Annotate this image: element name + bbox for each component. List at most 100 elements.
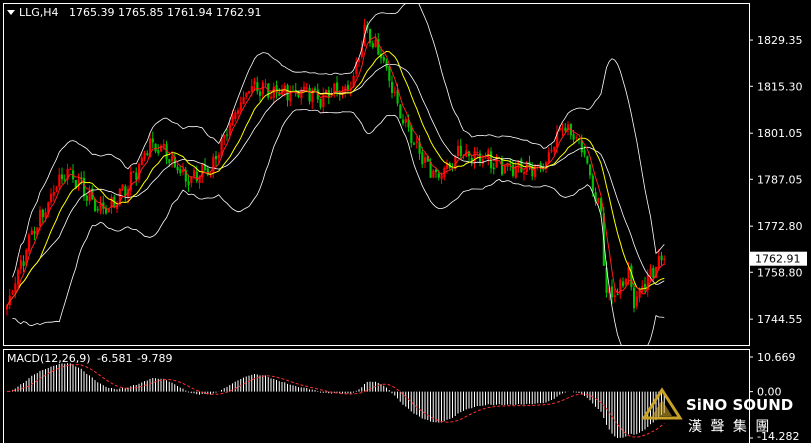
macd-value: -6.581 xyxy=(97,352,132,365)
candle-body xyxy=(652,267,655,278)
candle-body xyxy=(22,261,25,267)
candle-body xyxy=(399,104,402,119)
candle-body xyxy=(253,80,256,85)
candle-body xyxy=(6,306,9,310)
candle-body xyxy=(44,212,47,218)
candle-body xyxy=(217,154,220,159)
candle-body xyxy=(660,255,663,261)
candle-body xyxy=(61,174,64,180)
macd-label: MACD(12,26,9) xyxy=(7,352,91,365)
candle-body xyxy=(223,134,226,139)
candle-body xyxy=(440,175,443,179)
candle-body xyxy=(424,157,427,163)
candle-body xyxy=(393,92,396,94)
current-price-label: 1762.91 xyxy=(755,253,801,266)
candle-body xyxy=(58,174,61,187)
candle-body xyxy=(657,256,660,269)
candle-body xyxy=(402,119,405,124)
candle-body xyxy=(124,186,127,196)
candle-body xyxy=(231,117,234,125)
candle-body xyxy=(534,165,537,178)
logo-text-en: SiNO SOUND xyxy=(686,396,793,414)
candle-body xyxy=(195,171,198,182)
ohlc-low: 1761.94 xyxy=(167,6,213,19)
candle-body xyxy=(182,169,185,172)
candle-body xyxy=(391,81,394,93)
candle-body xyxy=(234,112,237,120)
candle-body xyxy=(259,91,262,96)
candle-body xyxy=(550,150,553,152)
candle-body xyxy=(476,152,479,154)
trading-chart: 1829.35 1815.30 1801.05 1787.05 1772.80 1758.… xyxy=(3,3,807,443)
candle-body xyxy=(146,153,149,156)
candle-body xyxy=(553,146,556,152)
macd-signal-value: -9.789 xyxy=(137,352,172,365)
candle-body xyxy=(663,258,666,260)
candle-body xyxy=(168,159,171,163)
candle-body xyxy=(616,294,619,296)
candle-body xyxy=(503,165,506,174)
main-panel-frame xyxy=(3,3,750,346)
candle-body xyxy=(272,86,275,99)
candle-body xyxy=(473,151,476,164)
candle-body xyxy=(250,86,253,92)
candle-body xyxy=(143,152,146,159)
ohlc-high: 1765.85 xyxy=(118,6,164,19)
candle-body xyxy=(336,82,339,92)
candle-body xyxy=(132,171,135,173)
candle-body xyxy=(107,208,110,213)
candle-body xyxy=(413,143,416,145)
candle-body xyxy=(305,87,308,89)
candle-body xyxy=(633,287,636,309)
candle-body xyxy=(264,83,267,85)
candle-body xyxy=(256,82,259,92)
candle-body xyxy=(523,171,526,175)
candle-body xyxy=(212,156,215,173)
candle-body xyxy=(193,170,196,177)
candle-body xyxy=(187,181,190,185)
candle-body xyxy=(583,150,586,155)
candle-body xyxy=(308,87,311,102)
candle-body xyxy=(55,187,58,191)
candle-body xyxy=(388,66,391,81)
candle-body xyxy=(481,159,484,164)
candle-body xyxy=(415,141,418,143)
candle-body xyxy=(190,176,193,184)
candle-body xyxy=(176,166,179,171)
candle-body xyxy=(501,159,504,175)
candle-body xyxy=(649,268,652,277)
symbol-label: LLG,H4 xyxy=(19,6,59,19)
candle-body xyxy=(237,110,240,114)
candle-body xyxy=(591,175,594,192)
candle-body xyxy=(492,167,495,169)
candle-body xyxy=(319,98,322,108)
candle-body xyxy=(162,143,165,147)
candle-body xyxy=(432,170,435,178)
candle-body xyxy=(96,209,99,211)
ohlc-close: 1762.91 xyxy=(216,6,262,19)
candle-body xyxy=(239,102,242,110)
candle-body xyxy=(512,164,515,176)
candle-body xyxy=(52,191,55,196)
candle-body xyxy=(547,152,550,163)
candle-body xyxy=(635,296,638,307)
candle-body xyxy=(140,157,143,166)
candle-body xyxy=(404,118,407,123)
candle-body xyxy=(215,156,218,160)
candle-body xyxy=(30,230,33,235)
logo-text-cn: 漢 聲 集 團 xyxy=(688,418,771,435)
candle-body xyxy=(575,137,578,139)
candle-body xyxy=(644,283,647,289)
candle-body xyxy=(248,91,251,94)
candle-body xyxy=(19,260,22,269)
candle-body xyxy=(14,283,17,293)
candle-body xyxy=(17,270,20,285)
candle-body xyxy=(179,169,182,174)
price-tick-label: 1787.05 xyxy=(757,173,803,186)
candle-body xyxy=(437,173,440,178)
candle-body xyxy=(382,57,385,61)
candle-body xyxy=(28,234,31,252)
candle-body xyxy=(421,152,424,165)
candle-body xyxy=(484,157,487,159)
price-tick-label: 1758.80 xyxy=(757,266,803,279)
